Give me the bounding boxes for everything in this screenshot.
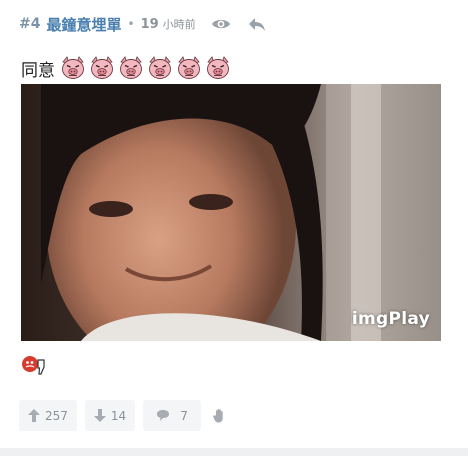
gif-watermark: imgPlay — [351, 309, 430, 329]
pig-emoji-row — [57, 56, 231, 80]
post-actions: 257 14 7 — [19, 400, 238, 431]
downvote-button[interactable]: 14 — [84, 400, 136, 431]
post-header: #4 最鐘意埋單 • 19 小時前 — [19, 12, 268, 36]
pig-face-icon — [147, 56, 173, 80]
embedded-gif-image[interactable]: imgPlay — [21, 84, 441, 341]
comment-bubble-icon — [157, 410, 170, 421]
arrow-down-icon — [93, 409, 106, 422]
thumbs-down-sticker-icon — [21, 354, 47, 376]
post-divider — [0, 448, 468, 456]
arrow-up-icon — [28, 409, 40, 422]
author-name[interactable]: 最鐘意埋單 — [46, 14, 121, 35]
hand-stop-icon — [213, 408, 223, 423]
upvote-button[interactable]: 257 — [19, 400, 77, 431]
comment-count: 7 — [180, 408, 188, 423]
post-time-unit: 小時前 — [162, 18, 196, 31]
eye-icon[interactable] — [210, 13, 232, 35]
pig-face-icon — [176, 56, 202, 80]
post-time-value: 19 — [140, 16, 159, 32]
downvote-count: 14 — [110, 408, 127, 423]
report-button[interactable] — [209, 400, 230, 431]
pig-face-icon — [118, 56, 144, 80]
post-content: 同意 — [21, 55, 231, 81]
separator-dot: • — [127, 17, 135, 31]
gif-photo — [21, 84, 441, 341]
reply-icon[interactable] — [246, 13, 268, 35]
upvote-count: 257 — [45, 408, 68, 423]
post-text: 同意 — [21, 60, 55, 81]
pig-face-icon — [89, 56, 115, 80]
floor-number: #4 — [19, 16, 41, 32]
pig-face-icon — [60, 56, 86, 80]
comments-button[interactable]: 7 — [143, 400, 201, 431]
pig-face-icon — [205, 56, 231, 80]
